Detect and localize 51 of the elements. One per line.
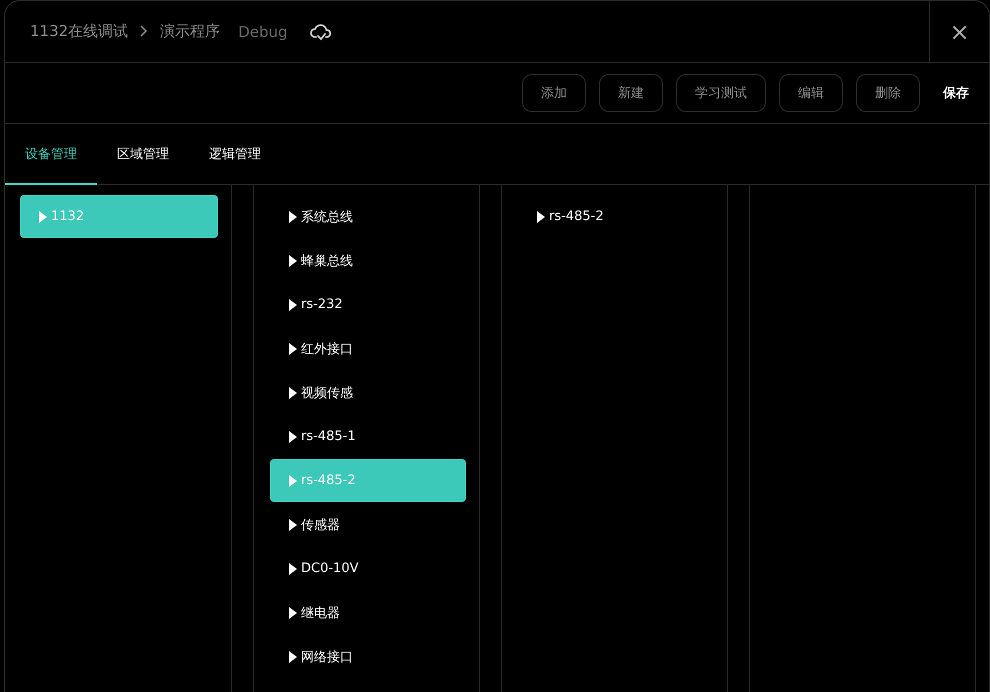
item-label: rs-485-1 — [301, 429, 356, 444]
tree-item[interactable]: 传感器 — [270, 503, 466, 546]
tree-item[interactable]: 网络接口 — [270, 635, 466, 678]
caret-icon — [537, 210, 545, 222]
tree-item[interactable]: 蜂巢总线 — [270, 239, 466, 282]
toolbar-button[interactable]: 新建 — [599, 74, 663, 112]
cloud-check-icon — [310, 22, 332, 42]
breadcrumb-item[interactable]: 1132在线调试 — [30, 22, 128, 41]
item-label: 网络接口 — [301, 648, 353, 666]
item-label: 红外接口 — [301, 340, 353, 358]
caret-icon — [289, 518, 297, 530]
caret-icon — [289, 430, 297, 442]
tab[interactable]: 区域管理 — [97, 124, 189, 185]
item-label: rs-485-2 — [301, 473, 356, 488]
item-label: 传感器 — [301, 516, 340, 534]
tree-item[interactable]: DC0-10V — [270, 547, 466, 590]
tree-item[interactable]: rs-232 — [270, 283, 466, 326]
caret-icon — [289, 298, 297, 310]
tree-item[interactable]: 继电器 — [270, 591, 466, 634]
tab[interactable]: 设备管理 — [5, 124, 97, 185]
save-button[interactable]: 保存 — [933, 74, 969, 112]
caret-icon — [289, 342, 297, 354]
item-label: DC0-10V — [301, 561, 358, 576]
toolbar-button[interactable]: 添加 — [522, 74, 586, 112]
item-label: rs-232 — [301, 297, 343, 312]
caret-icon — [289, 386, 297, 398]
item-label: 1132 — [51, 209, 84, 224]
caret-icon — [39, 210, 47, 222]
caret-icon — [289, 606, 297, 618]
tab[interactable]: 逻辑管理 — [189, 124, 281, 185]
toolbar-button[interactable]: 删除 — [856, 74, 920, 112]
toolbar-button[interactable]: 学习测试 — [676, 74, 766, 112]
tree-item[interactable]: rs-485-2 — [518, 195, 714, 238]
mode-label: Debug — [238, 22, 288, 40]
breadcrumb-item: 演示程序 — [160, 22, 220, 41]
close-button[interactable]: × — [929, 1, 989, 62]
tree-item[interactable]: rs-485-1 — [270, 415, 466, 458]
tree-item[interactable]: 红外接口 — [270, 327, 466, 370]
toolbar-button[interactable]: 编辑 — [779, 74, 843, 112]
item-label: 继电器 — [301, 604, 340, 622]
item-label: 系统总线 — [301, 208, 353, 226]
caret-icon — [289, 474, 297, 486]
caret-icon — [289, 562, 297, 574]
caret-icon — [289, 650, 297, 662]
tree-item[interactable]: 系统总线 — [270, 195, 466, 238]
caret-icon — [289, 254, 297, 266]
item-label: 视频传感 — [301, 384, 353, 402]
item-label: rs-485-2 — [549, 209, 604, 224]
item-label: 蜂巢总线 — [301, 252, 353, 270]
caret-icon — [289, 210, 297, 222]
tree-item[interactable]: 视频传感 — [270, 371, 466, 414]
